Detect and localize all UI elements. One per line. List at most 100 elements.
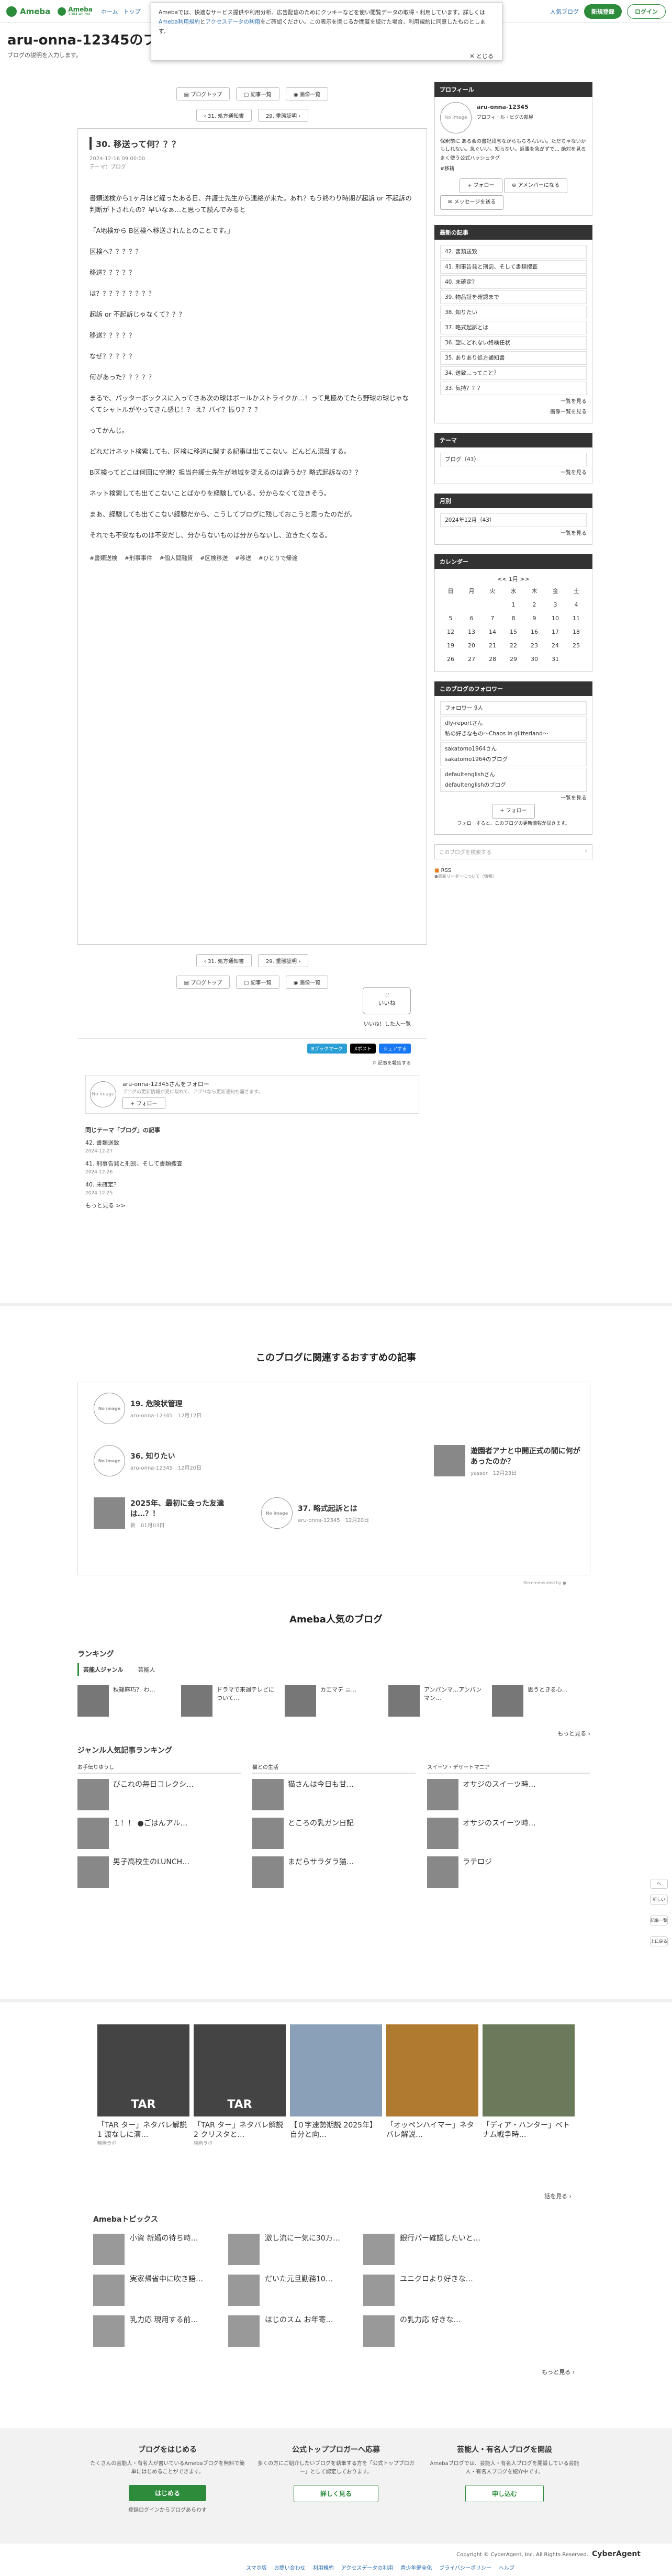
ranking-item[interactable]: ドラマで来週テレビについて…: [181, 1685, 275, 1717]
blog-top-button[interactable]: ▤ ブログトップ: [176, 87, 230, 100]
amember-button[interactable]: ⊕ アメンバーになる: [504, 178, 568, 193]
tab-genre[interactable]: 芸能人ジャンル: [77, 1663, 127, 1676]
topic-item[interactable]: 乳力応 現用する前…: [93, 2315, 217, 2347]
footer-link[interactable]: 青少年健全化: [400, 2563, 432, 2571]
next-article-link[interactable]: 29. 重態証明 ›: [257, 109, 309, 122]
footer-link[interactable]: ヘルプ: [499, 2563, 514, 2571]
recommend-item[interactable]: 2025年、最初に会った友達は…？！新 01月03日: [94, 1497, 240, 1529]
prev-article-link[interactable]: ‹ 31. 処方通知書: [196, 109, 252, 122]
recent-item[interactable]: 35. ありあり処方通知書: [440, 351, 587, 365]
same-theme-item[interactable]: 42. 書類送致: [85, 1139, 183, 1147]
fixed-nav-home[interactable]: ヘ: [650, 1879, 668, 1889]
recommend-item[interactable]: No image 36. 知りたい aru-onna-12345 12月20日: [94, 1445, 201, 1476]
hashtag[interactable]: #移送: [235, 555, 251, 562]
blog-top-button[interactable]: ▤ ブログトップ: [176, 976, 230, 989]
topic-item[interactable]: ユニクロより好きな…: [363, 2275, 487, 2306]
same-theme-item[interactable]: 41. 刑事告発と刑罰、そして書類捜査: [85, 1160, 183, 1168]
follower-item[interactable]: defaultenglishさん defaultenglishのブログ: [440, 768, 587, 792]
genre-item[interactable]: １！！ ●ごはんアル…: [77, 1818, 241, 1849]
topic-item[interactable]: 小資 新婚の待ち時…: [93, 2234, 217, 2265]
popular-blog-link[interactable]: 人気ブログ: [550, 7, 579, 16]
video-card[interactable]: 【０字速勢期説 2025年】自分と向…: [290, 2024, 382, 2146]
video-card[interactable]: 「オッペンハイマー」ネタバレ解説…: [386, 2024, 478, 2146]
ranking-item[interactable]: アンパンマ…アンパンマン…: [388, 1685, 483, 1717]
x-post-button[interactable]: Xポスト: [350, 1044, 376, 1054]
article-theme[interactable]: テーマ：ブログ: [89, 163, 415, 172]
follow-button[interactable]: + フォロー: [492, 804, 535, 819]
topic-item[interactable]: だいた元旦勤務10…: [228, 2275, 352, 2306]
image-list-button[interactable]: ◉ 画像一覧: [285, 87, 329, 100]
same-theme-item[interactable]: 40. 未確定？: [85, 1181, 183, 1189]
message-button[interactable]: ✉ メッセージを送る: [440, 195, 504, 210]
scroll-top-button[interactable]: 上に戻る: [650, 1936, 668, 1946]
avatar[interactable]: No image: [440, 102, 472, 133]
topics-more-link[interactable]: もっと見る ›: [93, 2368, 575, 2376]
article-list-button[interactable]: ▢ 記事一覧: [236, 976, 279, 989]
follower-count[interactable]: フォロワー 9人: [440, 701, 587, 715]
theme-item[interactable]: ブログ（43）: [440, 453, 587, 466]
calendar-next[interactable]: >>: [520, 576, 530, 583]
start-blog-button[interactable]: はじめる: [128, 2485, 206, 2501]
videos-more-link[interactable]: 話を見る ›: [544, 2192, 572, 2200]
prev-article-link[interactable]: ‹ 31. 処方通知書: [196, 954, 252, 967]
topic-item[interactable]: 激し流に一気に30万…: [228, 2234, 352, 2265]
recent-item[interactable]: 37. 略式起訴とは: [440, 321, 587, 334]
footer-link[interactable]: プライバシーポリシー: [439, 2563, 491, 2571]
followers-more-link[interactable]: 一覧を見る: [440, 793, 587, 804]
like-list-link[interactable]: いいね！した人一覧: [364, 1020, 411, 1027]
recent-item[interactable]: 41. 刑事告発と刑罰、そして書類捜査: [440, 260, 587, 274]
nav-home[interactable]: ホーム: [101, 7, 118, 16]
topic-item[interactable]: 実家帰省中に吹き語…: [93, 2275, 217, 2306]
access-data-link[interactable]: アクセスデータの利用: [205, 19, 260, 25]
footer-link[interactable]: スマホ版: [246, 2563, 267, 2571]
month-more-link[interactable]: 一覧を見る: [440, 529, 587, 539]
ameba-logo[interactable]: Ameba: [6, 6, 50, 17]
rss-link[interactable]: ■ RSS: [434, 868, 592, 873]
recommend-item[interactable]: 遊園者アナと中開正式の間に何があったのか？ yasser 12月23日: [434, 1445, 580, 1476]
genre-item[interactable]: 男子高校生のLUNCH…: [77, 1856, 241, 1888]
recent-item[interactable]: 38. 知りたい: [440, 306, 587, 319]
genre-item[interactable]: びこれの毎日コレクシ…: [77, 1779, 241, 1810]
genre-item[interactable]: オサジのスイーツ時…: [427, 1779, 590, 1810]
fixed-nav-new[interactable]: 新しい: [650, 1895, 668, 1905]
footer-link[interactable]: アクセスデータの利用: [341, 2563, 394, 2571]
login-button[interactable]: ログイン: [627, 4, 666, 19]
follower-item[interactable]: sakatomo1964さん sakatomo1964のブログ: [440, 742, 587, 766]
recommend-item[interactable]: No image 37. 略式起訴とは aru-onna-12345 12月20日: [261, 1497, 369, 1529]
video-card[interactable]: 「ディア・ハンター」ベトナム戦争時…: [483, 2024, 575, 2146]
nav-top[interactable]: トップ: [124, 7, 141, 16]
footer-link[interactable]: お問い合わせ: [274, 2563, 306, 2571]
blog-search[interactable]: このブログを検索する ⌕: [434, 844, 592, 859]
recent-item[interactable]: 42. 書類送致: [440, 245, 587, 259]
next-article-link[interactable]: 29. 重態証明 ›: [257, 954, 309, 967]
month-item[interactable]: 2024年12月（43）: [440, 513, 587, 527]
like-button[interactable]: ♡ いいね: [363, 987, 411, 1014]
report-link[interactable]: ⚐ 記事を報告する: [372, 1059, 411, 1066]
genre-item[interactable]: ラテロジ: [427, 1856, 590, 1888]
tab-celebrity[interactable]: 芸能人: [133, 1663, 159, 1676]
terms-link[interactable]: Ameba利用規約: [159, 19, 200, 25]
recent-more-link[interactable]: 一覧を見る: [440, 397, 587, 407]
share-button[interactable]: シェアする: [378, 1044, 411, 1054]
article-list-button[interactable]: ▢ 記事一覧: [236, 87, 279, 100]
hashtag[interactable]: #区検移送: [200, 555, 228, 562]
cookie-close-button[interactable]: ✕ とじる: [469, 52, 494, 61]
follow-button[interactable]: + フォロー: [459, 178, 502, 193]
topic-item[interactable]: の乳力応 好きな…: [363, 2315, 487, 2347]
video-card[interactable]: TAR 「TAR ター」ネタバレ解説2 クリスタと… 映画ラボ: [194, 2024, 286, 2146]
search-icon[interactable]: ⌕: [585, 848, 588, 856]
recent-item[interactable]: 36. 望にどれない終検任状: [440, 336, 587, 350]
follower-item[interactable]: dly-reportさん 私の好きなもの〜Chaos in glitterland…: [440, 716, 587, 741]
bookmark-button[interactable]: Bブックマーク: [307, 1044, 347, 1054]
hashtag[interactable]: #ひとりで帰途: [259, 555, 298, 562]
fixed-nav-articles[interactable]: 記事一覧: [650, 1916, 668, 1925]
genre-item[interactable]: まだらサラダラ猫…: [252, 1856, 416, 1888]
profile-name[interactable]: aru-onna-12345: [477, 102, 533, 113]
gallery-link[interactable]: 画像一覧を見る: [440, 407, 587, 418]
recent-item[interactable]: 39. 物品証を確認まで: [440, 290, 587, 304]
genre-item[interactable]: 猫さんは今日も甘…: [252, 1779, 416, 1810]
more-link[interactable]: もっと見る >>: [85, 1202, 183, 1210]
ranking-item[interactable]: 思うときる心…: [492, 1685, 586, 1717]
apply-top-blogger-button[interactable]: 詳しく見る: [293, 2485, 378, 2502]
anniversary-logo[interactable]: Ameba 2004 Anima: [58, 6, 93, 16]
